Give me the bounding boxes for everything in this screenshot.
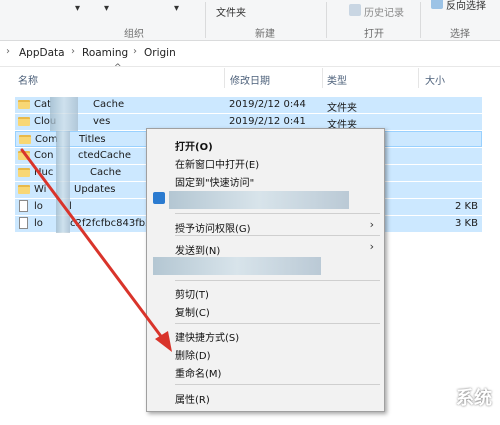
watermark-logo: 系统 bbox=[456, 388, 492, 409]
annotation-arrow bbox=[20, 148, 172, 352]
